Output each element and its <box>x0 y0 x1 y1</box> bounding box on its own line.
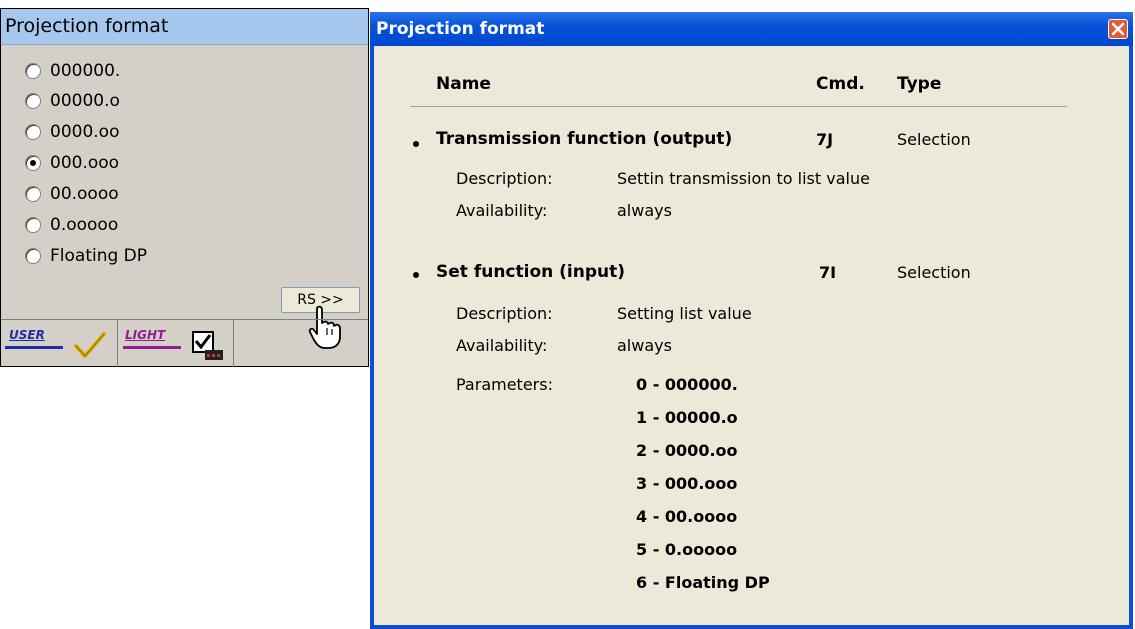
column-header-cmd: Cmd. <box>816 74 865 94</box>
description-label: Description: <box>456 304 553 323</box>
availability-label: Availability: <box>456 336 548 355</box>
function-cmd: 7J <box>816 130 834 149</box>
radio-button-selected[interactable] <box>25 155 41 171</box>
radio-button[interactable] <box>25 63 41 79</box>
function-name: Set function (input) <box>436 262 626 282</box>
function-type: Selection <box>897 263 971 282</box>
availability-value: always <box>617 201 672 220</box>
parameter-item: 4 - 00.oooo <box>636 507 738 526</box>
light-level-label: LIGHT <box>125 328 166 342</box>
panel-title: Projection format <box>1 9 368 45</box>
radio-button[interactable] <box>25 186 41 202</box>
bullet-icon <box>413 141 419 147</box>
radio-label: 000.ooo <box>50 153 120 173</box>
parameter-item: 3 - 000.ooo <box>636 474 738 493</box>
radio-button[interactable] <box>25 248 41 264</box>
function-name: Transmission function (output) <box>436 129 733 149</box>
check-icon <box>74 332 106 358</box>
radio-label: Floating DP <box>50 246 148 266</box>
divider <box>233 320 234 367</box>
access-level-bar: USER LIGHT <box>1 319 368 367</box>
header-divider <box>410 106 1067 107</box>
radio-option-000ooo[interactable]: 000.ooo <box>25 150 119 176</box>
projection-format-panel: Projection format 000000. 00000.o 0000.o… <box>0 8 369 367</box>
radio-option-00oooo[interactable]: 00.oooo <box>25 181 119 207</box>
availability-label: Availability: <box>456 201 548 220</box>
close-icon <box>1111 22 1125 36</box>
user-level-label: USER <box>9 328 45 342</box>
bullet-icon <box>413 272 419 278</box>
column-header-type: Type <box>897 74 942 94</box>
radio-button[interactable] <box>25 124 41 140</box>
window-title: Projection format <box>376 19 545 39</box>
parameter-item: 5 - 0.ooooo <box>636 540 738 559</box>
radio-label: 00000.o <box>50 91 120 111</box>
function-type: Selection <box>897 130 971 149</box>
function-cmd: 7I <box>819 263 837 282</box>
description-label: Description: <box>456 169 553 188</box>
radio-label: 000000. <box>50 61 121 81</box>
availability-value: always <box>617 336 672 355</box>
radio-button[interactable] <box>25 217 41 233</box>
radio-label: 0.ooooo <box>50 215 119 235</box>
radio-option-000000[interactable]: 000000. <box>25 58 120 84</box>
radio-option-0ooooo[interactable]: 0.ooooo <box>25 212 118 238</box>
help-window: Projection format Name Cmd. Type Transmi… <box>370 12 1133 629</box>
radio-label: 0000.oo <box>50 122 120 142</box>
radio-option-floating-dp[interactable]: Floating DP <box>25 243 147 269</box>
parameter-item: 1 - 00000.o <box>636 408 738 427</box>
column-header-name: Name <box>436 74 491 94</box>
user-level-underline <box>5 346 63 349</box>
parameter-item: 2 - 0000.oo <box>636 441 738 460</box>
description-value: Settin transmission to list value <box>617 169 870 188</box>
close-button[interactable] <box>1108 19 1128 39</box>
radio-option-0000oo[interactable]: 0000.oo <box>25 119 119 145</box>
description-value: Setting list value <box>617 304 752 323</box>
light-level-underline <box>123 346 181 349</box>
radio-button[interactable] <box>25 93 41 109</box>
parameters-label: Parameters: <box>456 375 553 394</box>
radio-label: 00.oooo <box>50 184 119 204</box>
parameter-item: 0 - 000000. <box>636 375 738 394</box>
parameter-item: 6 - Floating DP <box>636 573 770 592</box>
checkbox-checked-icon <box>192 331 223 360</box>
title-bar[interactable]: Projection format <box>370 12 1133 46</box>
radio-option-00000o[interactable]: 00000.o <box>25 88 120 114</box>
divider <box>117 320 118 367</box>
